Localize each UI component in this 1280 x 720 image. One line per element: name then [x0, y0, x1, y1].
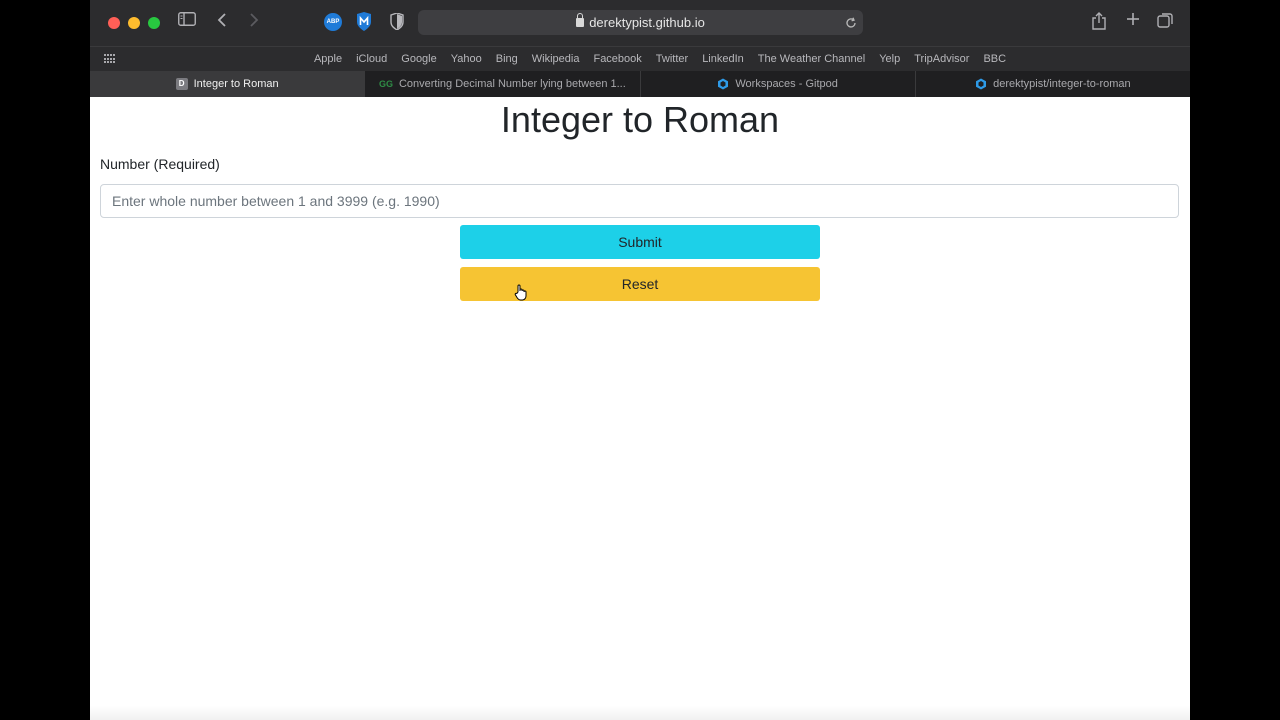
address-bar[interactable]: derektypist.github.io — [418, 10, 863, 35]
bookmark-bbc[interactable]: BBC — [983, 47, 1006, 72]
bookmark-tripadvisor[interactable]: TripAdvisor — [914, 47, 969, 72]
tab-label: Workspaces - Gitpod — [735, 78, 838, 90]
tab-derektypist-repo[interactable]: derektypist/integer-to-roman — [914, 71, 1190, 97]
bookmark-twitter[interactable]: Twitter — [656, 47, 688, 72]
bookmark-bing[interactable]: Bing — [496, 47, 518, 72]
favorites-bar: Apple iCloud Google Yahoo Bing Wikipedia… — [90, 46, 1190, 71]
forward-icon[interactable] — [249, 12, 259, 34]
tab-workspaces-gitpod[interactable]: Workspaces - Gitpod — [639, 71, 915, 97]
tab-label: derektypist/integer-to-roman — [993, 78, 1131, 90]
tab-integer-to-roman[interactable]: D Integer to Roman — [90, 71, 365, 97]
tab-label: Converting Decimal Number lying between … — [398, 78, 626, 90]
bookmark-weather-channel[interactable]: The Weather Channel — [758, 47, 865, 72]
bookmark-wikipedia[interactable]: Wikipedia — [532, 47, 580, 72]
number-label: Number (Required) — [100, 156, 220, 172]
share-icon[interactable] — [1092, 12, 1106, 36]
back-icon[interactable] — [217, 12, 227, 34]
lock-icon — [576, 13, 585, 27]
window-bottom-edge — [90, 706, 1190, 720]
bookmark-facebook[interactable]: Facebook — [593, 47, 641, 72]
bookmark-yahoo[interactable]: Yahoo — [451, 47, 482, 72]
bookmark-icloud[interactable]: iCloud — [356, 47, 387, 72]
close-window-button[interactable] — [108, 17, 120, 29]
malwarebytes-extension-icon[interactable] — [356, 12, 372, 31]
page-title: Integer to Roman — [500, 99, 780, 140]
privacy-shield-icon[interactable] — [390, 12, 404, 31]
tab-overview-icon[interactable] — [1157, 12, 1174, 35]
sidebar-toggle-icon[interactable] — [178, 12, 196, 32]
bookmark-google[interactable]: Google — [401, 47, 436, 72]
browser-toolbar: ABP derektypist.github.io — [90, 0, 1190, 46]
minimize-window-button[interactable] — [128, 17, 140, 29]
maximize-window-button[interactable] — [148, 17, 160, 29]
bookmark-yelp[interactable]: Yelp — [879, 47, 900, 72]
pointer-hand-icon — [514, 284, 528, 306]
bookmark-apple[interactable]: Apple — [314, 47, 342, 72]
window-controls — [108, 17, 160, 29]
tab-bar: D Integer to Roman GG Converting Decimal… — [90, 71, 1190, 97]
gitpod-icon — [717, 78, 729, 90]
tab-label: Integer to Roman — [193, 78, 279, 90]
adblock-plus-extension-icon[interactable]: ABP — [324, 13, 342, 31]
new-tab-icon[interactable] — [1126, 12, 1140, 32]
browser-window: ABP derektypist.github.io Apple iCloud G… — [90, 0, 1190, 720]
tab-converting-decimal[interactable]: GG Converting Decimal Number lying betwe… — [364, 71, 639, 97]
page-content: Integer to Roman Number (Required) Submi… — [90, 100, 1190, 301]
bookmark-list: Apple iCloud Google Yahoo Bing Wikipedia… — [90, 47, 1190, 72]
url-text: derektypist.github.io — [589, 15, 705, 30]
geeksforgeeks-icon: GG — [378, 79, 393, 89]
number-input[interactable] — [100, 184, 1179, 218]
reload-icon[interactable] — [845, 10, 857, 37]
submit-button[interactable]: Submit — [460, 225, 820, 259]
bookmark-linkedin[interactable]: LinkedIn — [702, 47, 744, 72]
letter-d-icon: D — [175, 78, 188, 90]
gitpod-icon — [975, 78, 987, 90]
